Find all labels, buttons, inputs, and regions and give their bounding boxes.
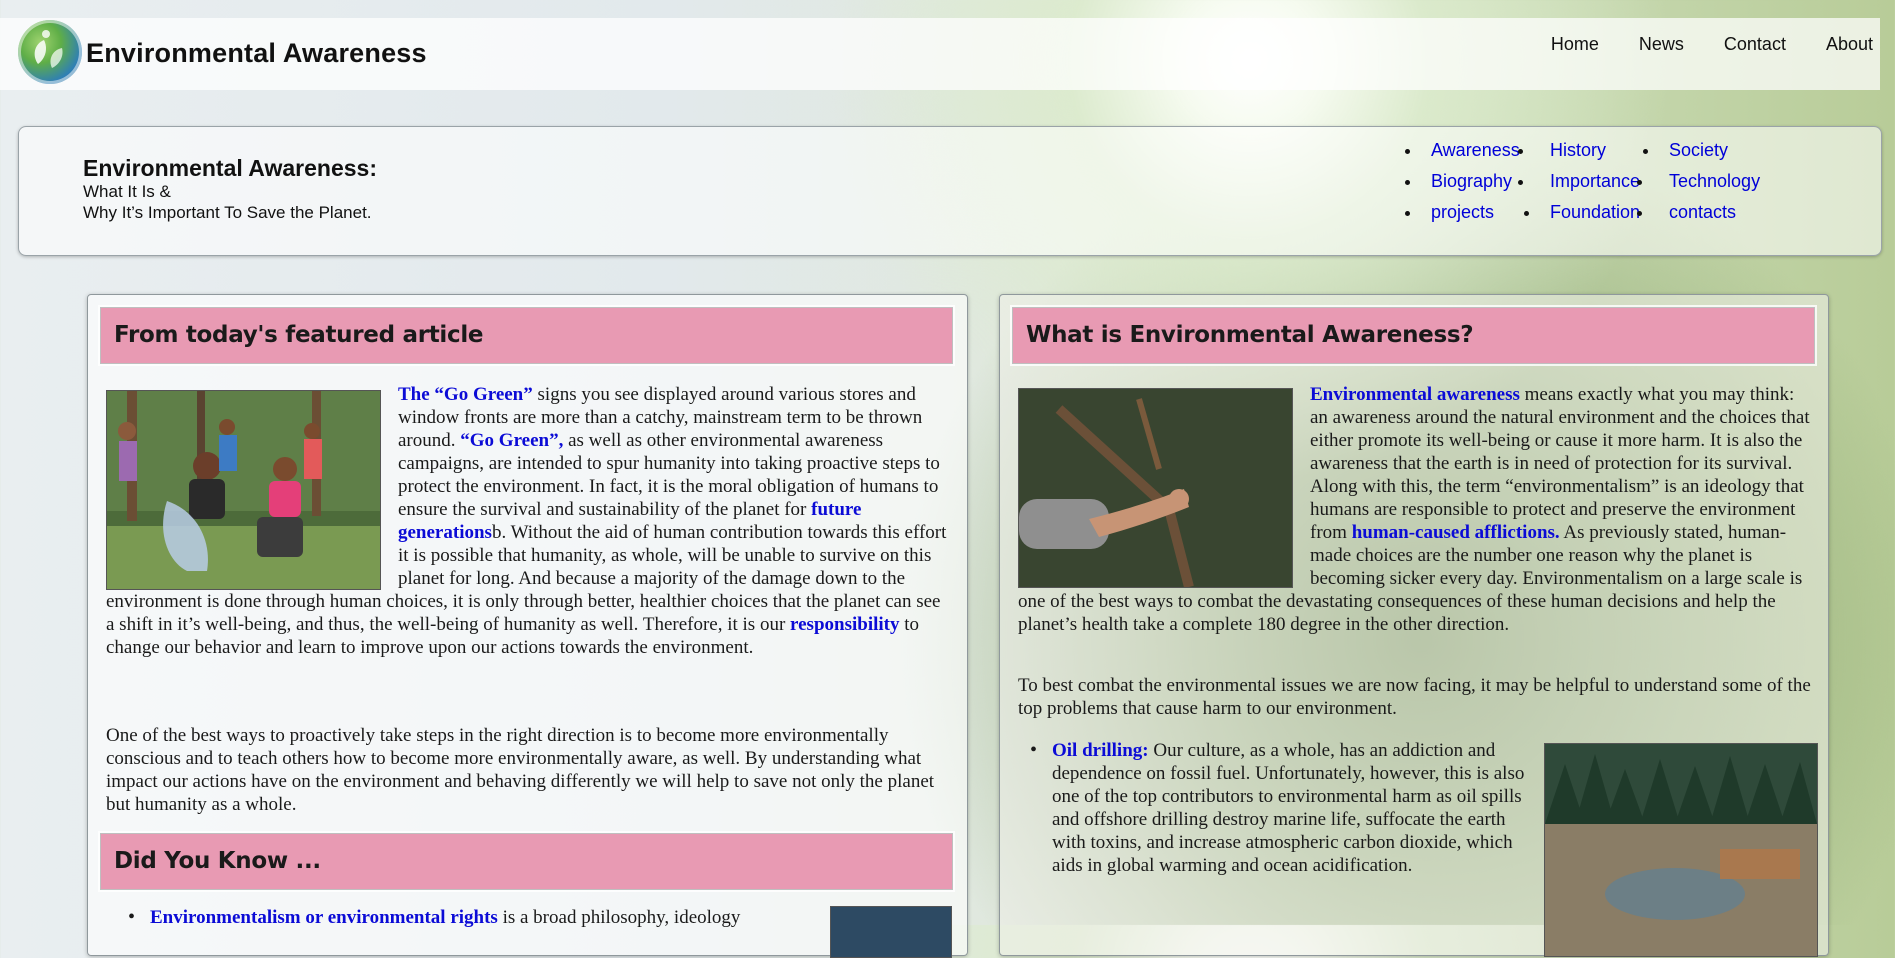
what-is-panel: What is Environmental Awareness? Environ… (999, 294, 1829, 957)
topic-link-projects[interactable]: projects (1431, 197, 1494, 228)
problems-list: Oil drilling: Our culture, as a whole, h… (1030, 739, 1532, 877)
topic-link-awareness[interactable]: Awareness (1431, 135, 1520, 166)
what-is-paragraph-2: To best combat the environmental issues … (1018, 675, 1811, 719)
go-green-link-2[interactable]: “Go Green”, (460, 430, 563, 451)
did-you-know-list: Environmentalism or environmental rights… (128, 906, 820, 929)
topic-link-contacts[interactable]: contacts (1669, 197, 1736, 228)
nav-news-link[interactable]: News (1619, 33, 1704, 55)
topic-links-col-3: Society Technology contacts (1637, 135, 1789, 228)
featured-paragraph-1: The “Go Green” signs you see displayed a… (106, 383, 951, 659)
banner-line-1: What It Is & (83, 182, 171, 201)
banner-subtitle: What It Is & Why It’s Important To Save … (83, 181, 372, 223)
banner-title: Environmental Awareness: (83, 155, 377, 181)
did-you-know-heading: Did You Know ... (114, 848, 321, 874)
topic-link-society[interactable]: Society (1669, 135, 1728, 166)
did-you-know-photo (830, 906, 952, 958)
topic-link-technology[interactable]: Technology (1669, 166, 1760, 197)
featured-heading: From today's featured article (114, 322, 484, 348)
environmental-awareness-link[interactable]: Environmental awareness (1310, 384, 1520, 405)
topic-link-history[interactable]: History (1550, 135, 1606, 166)
site-logo-icon[interactable] (18, 20, 82, 84)
topic-links-col-2: History Importance Foundation (1518, 135, 1670, 228)
site-title[interactable]: Environmental Awareness (86, 38, 427, 69)
nav-home-link[interactable]: Home (1531, 33, 1619, 55)
featured-article-panel: From today's featured article The “Go Gr… (87, 294, 968, 958)
what-is-heading-bar: What is Environmental Awareness? (1012, 307, 1815, 364)
what-is-text-1: means exactly what you may think: an awa… (1310, 384, 1810, 543)
did-you-know-heading-bar: Did You Know ... (100, 833, 953, 890)
top-nav: Home News Contact About (1531, 33, 1873, 55)
what-is-heading: What is Environmental Awareness? (1026, 322, 1474, 348)
oil-drilling-item: Oil drilling: Our culture, as a whole, h… (1030, 739, 1532, 877)
did-you-know-item: Environmentalism or environmental rights… (128, 906, 820, 929)
topic-link-biography[interactable]: Biography (1431, 166, 1512, 197)
featured-heading-bar: From today's featured article (100, 307, 953, 364)
human-caused-afflictions-link[interactable]: human-caused afflictions. (1352, 522, 1560, 543)
oil-drilling-link[interactable]: Oil drilling: (1052, 740, 1149, 761)
topic-links-col-1: Awareness Biography projects (1405, 135, 1551, 228)
responsibility-link[interactable]: responsibility (790, 614, 899, 635)
topic-link-foundation[interactable]: Foundation (1550, 197, 1640, 228)
featured-paragraph-2: One of the best ways to proactively take… (106, 725, 935, 815)
nav-contact-link[interactable]: Contact (1704, 33, 1806, 55)
go-green-link[interactable]: The “Go Green” (398, 384, 533, 405)
intro-banner: Environmental Awareness: What It Is & Wh… (18, 126, 1882, 256)
nav-about-link[interactable]: About (1806, 33, 1873, 55)
banner-line-2: Why It’s Important To Save the Planet. (83, 203, 372, 222)
what-is-paragraph-1: Environmental awareness means exactly wh… (1018, 383, 1815, 636)
topic-link-importance[interactable]: Importance (1550, 166, 1640, 197)
